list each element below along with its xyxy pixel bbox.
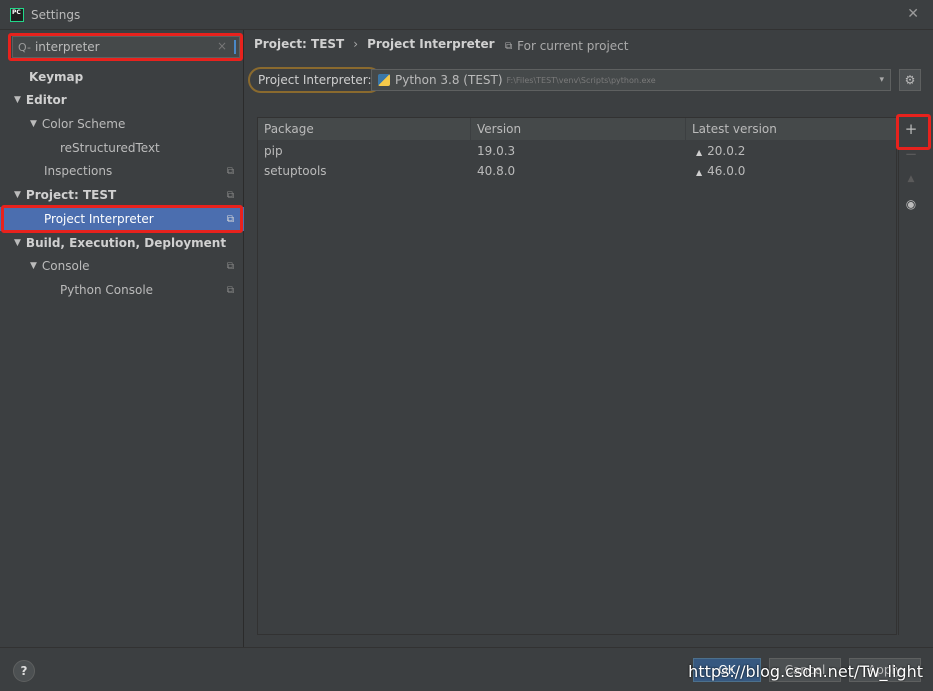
sidebar-item-label: Console bbox=[41, 259, 90, 273]
column-header-version[interactable]: Version bbox=[471, 118, 686, 140]
dialog-footer: ? OK Cancel Apply https://blog.csdn.net/… bbox=[0, 647, 933, 691]
breadcrumb-current: Project Interpreter bbox=[367, 37, 495, 51]
sidebar-item-color-scheme[interactable]: ▼ Color Scheme bbox=[0, 112, 244, 136]
expand-arrow-icon[interactable]: ▼ bbox=[30, 119, 37, 129]
sidebar-item-label: Editor bbox=[25, 93, 67, 107]
expand-arrow-icon[interactable]: ▼ bbox=[14, 190, 21, 200]
package-name: setuptools bbox=[264, 164, 327, 178]
close-icon[interactable]: ✕ bbox=[907, 6, 919, 22]
interpreter-path: F:\Files\TEST\venv\Scripts\python.exe bbox=[506, 75, 656, 85]
sidebar-item-label: Inspections bbox=[44, 164, 113, 178]
sidebar-item-label: Keymap bbox=[29, 70, 84, 84]
window-title: Settings bbox=[31, 7, 81, 22]
column-header-latest-version[interactable]: Latest version bbox=[686, 118, 896, 140]
help-icon: ? bbox=[20, 664, 28, 678]
sidebar-item-python-console[interactable]: Python Console ⧉ bbox=[0, 278, 244, 302]
for-current-project-label: For current project bbox=[517, 39, 629, 53]
for-current-project-note: ⧉ For current project bbox=[505, 39, 628, 53]
chevron-down-icon[interactable]: ▾ bbox=[879, 75, 884, 85]
table-header: Package Version Latest version bbox=[258, 118, 896, 140]
sidebar-item-restructuredtext[interactable]: reStructuredText bbox=[0, 136, 244, 160]
sidebar-item-keymap[interactable]: Keymap bbox=[0, 65, 244, 89]
column-header-package[interactable]: Package bbox=[258, 118, 471, 140]
python-icon bbox=[378, 74, 390, 86]
sidebar-item-editor[interactable]: ▼ Editor bbox=[0, 88, 244, 112]
expand-arrow-icon[interactable]: ▼ bbox=[30, 261, 37, 271]
show-early-releases-button[interactable]: ◉ bbox=[899, 192, 923, 216]
eye-icon: ◉ bbox=[905, 197, 917, 211]
upgrade-package-button[interactable]: ▲ bbox=[899, 167, 923, 191]
gear-icon: ⚙ bbox=[904, 73, 916, 87]
project-interpreter-label: Project Interpreter: bbox=[248, 67, 382, 93]
breadcrumb-separator-icon: › bbox=[353, 37, 359, 51]
interpreter-settings-button[interactable]: ⚙ bbox=[899, 69, 921, 91]
sidebar-item-build-execution-deployment[interactable]: ▼ Build, Execution, Deployment bbox=[0, 231, 244, 255]
title-bar: Settings ✕ bbox=[0, 0, 933, 30]
settings-main-panel: Project: TEST › Project Interpreter ⧉ Fo… bbox=[245, 30, 933, 647]
sidebar-item-label: Color Scheme bbox=[41, 117, 126, 131]
breadcrumb: Project: TEST › Project Interpreter bbox=[254, 37, 495, 51]
project-scope-icon: ⧉ bbox=[226, 189, 234, 201]
watermark-text: https://blog.csdn.net/Tw_light bbox=[688, 662, 923, 681]
upgrade-available-icon: ▲ bbox=[696, 168, 703, 177]
package-name: pip bbox=[264, 144, 283, 158]
breadcrumb-parent[interactable]: Project: TEST bbox=[254, 37, 344, 51]
sidebar-item-label: Build, Execution, Deployment bbox=[25, 236, 227, 250]
add-button-highlight-box bbox=[896, 114, 931, 150]
search-highlight-box bbox=[8, 33, 243, 61]
settings-sidebar: Q- × Keymap ▼ Editor ▼ Color Scheme reSt… bbox=[0, 30, 244, 647]
pycharm-icon bbox=[10, 7, 24, 22]
interpreter-dropdown[interactable]: Python 3.8 (TEST) F:\Files\TEST\venv\Scr… bbox=[371, 69, 891, 91]
selected-item-highlight-box bbox=[1, 205, 243, 233]
expand-arrow-icon[interactable]: ▼ bbox=[14, 238, 21, 248]
project-scope-icon: ⧉ bbox=[505, 40, 513, 52]
sidebar-item-console[interactable]: ▼ Console ⧉ bbox=[0, 254, 244, 278]
sidebar-item-label: Project: TEST bbox=[25, 188, 117, 202]
package-version: 19.0.3 bbox=[477, 144, 516, 158]
expand-arrow-icon[interactable]: ▼ bbox=[14, 95, 21, 105]
sidebar-item-label: Python Console bbox=[60, 283, 154, 297]
project-scope-icon: ⧉ bbox=[226, 284, 234, 296]
sidebar-item-project-test[interactable]: ▼ Project: TEST ⧉ bbox=[0, 183, 244, 207]
table-row[interactable]: pip 19.0.3 ▲ 20.0.2 bbox=[258, 141, 896, 161]
package-latest: ▲ 46.0.0 bbox=[696, 164, 746, 178]
project-scope-icon: ⧉ bbox=[226, 260, 234, 272]
sidebar-item-inspections[interactable]: Inspections ⧉ bbox=[0, 159, 244, 183]
package-toolbar: + − ▲ ◉ bbox=[898, 117, 922, 635]
interpreter-name: Python 3.8 (TEST) bbox=[395, 73, 503, 87]
sidebar-item-label: reStructuredText bbox=[60, 141, 160, 155]
project-scope-icon: ⧉ bbox=[226, 165, 234, 177]
help-button[interactable]: ? bbox=[13, 660, 35, 682]
table-row[interactable]: setuptools 40.8.0 ▲ 46.0.0 bbox=[258, 161, 896, 181]
upgrade-icon: ▲ bbox=[907, 174, 915, 184]
packages-table: Package Version Latest version pip 19.0.… bbox=[257, 117, 897, 635]
upgrade-available-icon: ▲ bbox=[696, 148, 703, 157]
package-latest: ▲ 20.0.2 bbox=[696, 144, 746, 158]
package-version: 40.8.0 bbox=[477, 164, 516, 178]
